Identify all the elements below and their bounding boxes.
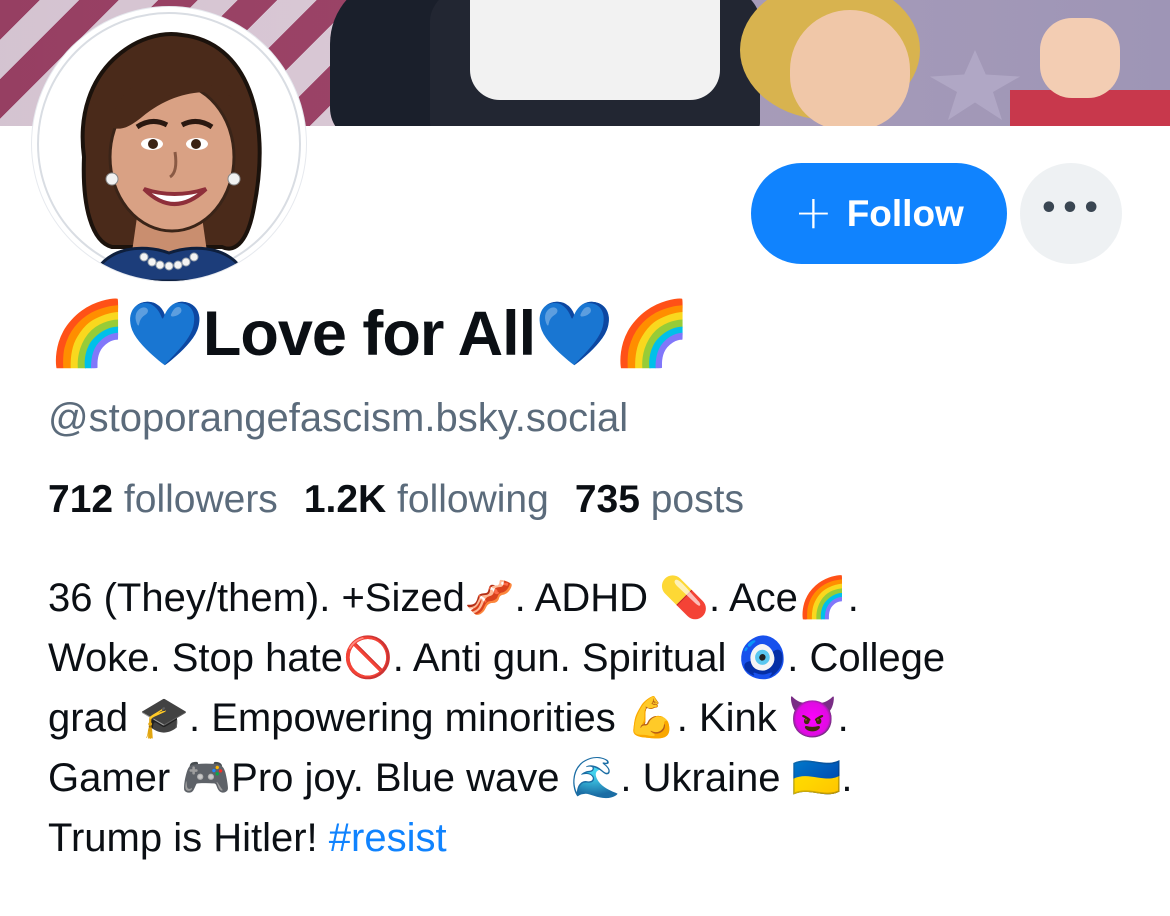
follow-button-label: Follow [846,192,964,234]
banner-raised-fist [1040,18,1120,98]
bio-line: Gamer 🎮Pro joy. Blue wave 🌊. Ukraine 🇺🇦. [48,756,853,800]
profile-bio: 36 (They/them). +Sized🥓. ADHD 💊. Ace🌈. W… [48,568,1148,868]
avatar[interactable] [32,7,306,281]
profile-handle: @stoporangefascism.bsky.social [48,396,629,440]
hashtag-link[interactable]: #resist [329,816,447,860]
plus-icon: + [794,184,833,239]
posts-count: 735 [574,478,640,521]
following-link[interactable]: 1.2K following [304,478,549,522]
bio-line: grad 🎓. Empowering minorities 💪. Kink 😈. [48,696,849,740]
banner-figure-shirt [470,0,720,100]
followers-link[interactable]: 712 followers [48,478,278,522]
follow-button[interactable]: + Follow [751,163,1007,264]
profile-stats: 712 followers 1.2K following 735 posts [48,478,744,522]
banner-figure-face [790,10,910,126]
following-count: 1.2K [303,478,387,521]
followers-label: followers [123,478,278,521]
bio-line: 36 (They/them). +Sized🥓. ADHD 💊. Ace🌈. [48,576,859,620]
ellipsis-icon: ••• [1039,191,1103,226]
posts-label: posts [650,478,744,521]
followers-count: 712 [48,478,114,521]
more-options-button[interactable]: ••• [1020,163,1122,264]
bio-line: Trump is Hitler! #resist [48,808,1148,868]
bio-line: Woke. Stop hate🚫. Anti gun. Spiritual 🧿.… [48,636,946,680]
posts-stat: 735 posts [575,478,744,522]
banner-star [930,50,1020,120]
avatar-illustration [37,12,301,281]
following-label: following [397,478,549,521]
display-name: 🌈💙Love for All💙🌈 [48,299,691,369]
bio-line-text: Trump is Hitler! [48,816,329,860]
